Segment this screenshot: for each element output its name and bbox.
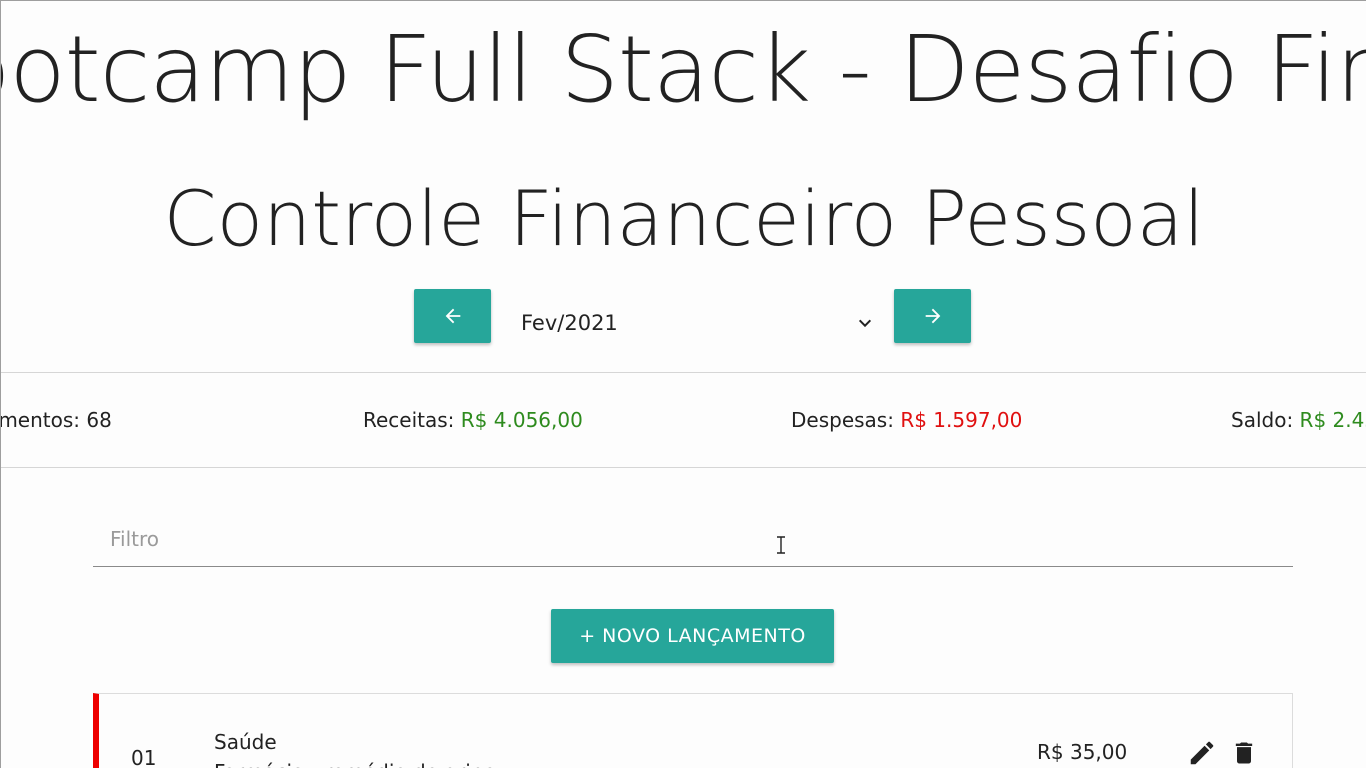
filter-field [93, 511, 1293, 567]
filter-input[interactable] [93, 511, 1293, 566]
balance-value: R$ 2.459,00 [1299, 408, 1366, 432]
expenses-value: R$ 1.597,00 [900, 408, 1023, 432]
app-page: Bootcamp Full Stack - Desafio Final Cont… [0, 0, 1366, 768]
list-item: 01 Saúde Farmácia - remédio de gripe R$ … [93, 693, 1293, 768]
expenses-label: Despesas: [791, 408, 894, 432]
period-select[interactable]: Fev/2021 [509, 301, 879, 345]
arrow-right-icon [925, 308, 940, 324]
next-period-button[interactable] [894, 289, 971, 343]
summary-bar: Lançamentos: 68 Receitas: R$ 4.056,00 De… [1, 372, 1366, 468]
expenses-total: Despesas: R$ 1.597,00 [791, 408, 1022, 432]
entry-day: 01 [131, 746, 157, 768]
new-entry-button[interactable]: + NOVO LANÇAMENTO [551, 609, 834, 663]
entries-count-value: 68 [86, 408, 112, 432]
income-value: R$ 4.056,00 [460, 408, 583, 432]
text-cursor-icon [777, 536, 785, 554]
arrow-left-icon [445, 308, 460, 324]
entry-category: Saúde [214, 730, 277, 754]
pencil-icon[interactable] [1187, 738, 1217, 768]
trash-icon[interactable] [1230, 738, 1258, 768]
entry-value: R$ 35,00 [1037, 740, 1128, 764]
page-title: Controle Financeiro Pessoal [163, 174, 1205, 263]
period-select-value: Fev/2021 [521, 311, 618, 335]
balance-label: Saldo: [1231, 408, 1294, 432]
app-title: Bootcamp Full Stack - Desafio Final [1, 16, 1366, 123]
income-label: Receitas: [363, 408, 455, 432]
entries-count: Lançamentos: 68 [0, 408, 112, 432]
income-total: Receitas: R$ 4.056,00 [363, 408, 583, 432]
entry-description: Farmácia - remédio de gripe [214, 760, 496, 768]
previous-period-button[interactable] [414, 289, 491, 343]
balance-total: Saldo: R$ 2.459,00 [1231, 408, 1366, 432]
chevron-down-icon [858, 319, 872, 328]
entries-count-label: Lançamentos: [0, 408, 81, 432]
